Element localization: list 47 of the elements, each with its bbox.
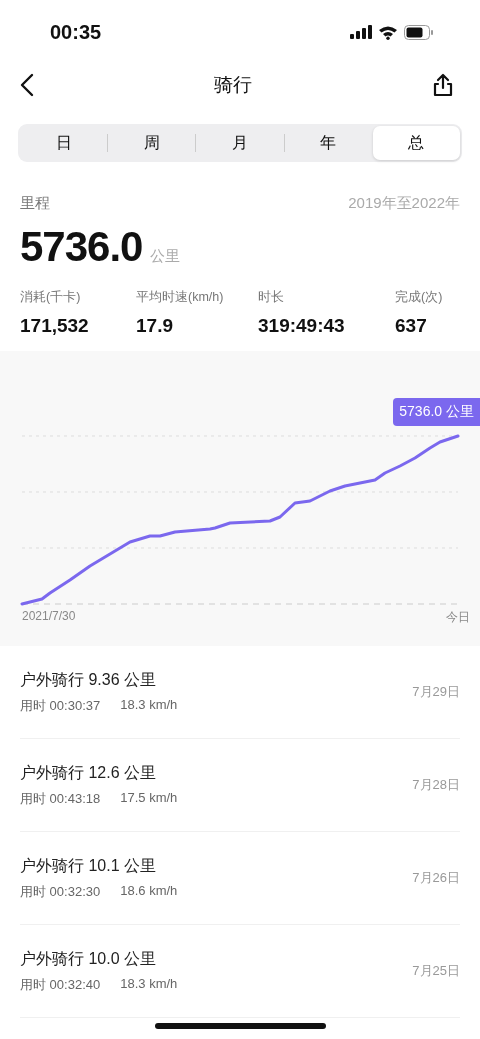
ride-duration: 用时 00:32:40 (20, 975, 101, 994)
stat-label: 时长 (258, 289, 285, 306)
distance-unit: 公里 (150, 247, 181, 266)
status-time: 00:35 (50, 20, 102, 44)
distance-label: 里程 (20, 194, 50, 213)
stat-value: 171,532 (20, 315, 90, 337)
axis-label: 今日 (446, 609, 470, 626)
stat-value: 319:49:43 (258, 315, 346, 337)
ride-date: 7月25日 (412, 962, 460, 980)
ride-record[interactable]: 户外骑行 10.0 公里 用时 00:32:40 18.3 km/h 7月25日 (20, 925, 460, 1018)
ride-title: 户外骑行 10.1 公里 (20, 855, 158, 876)
ride-duration: 用时 00:43:18 (20, 789, 101, 808)
period-tab[interactable]: 月 (196, 126, 284, 160)
back-icon[interactable] (20, 73, 34, 97)
ride-record[interactable]: 户外骑行 10.1 公里 用时 00:32:30 18.6 km/h 7月26日 (20, 832, 460, 925)
period-tab[interactable]: 周 (108, 126, 196, 160)
ride-record[interactable]: 户外骑行 12.6 公里 用时 00:43:18 17.5 km/h 7月28日 (20, 739, 460, 832)
ride-title: 户外骑行 10.0 公里 (20, 948, 158, 969)
battery-icon (404, 24, 434, 40)
date-range: 2019年至2022年 (348, 194, 460, 213)
page-title: 骑行 (214, 73, 252, 97)
value-callout: 5736.0 公里 (393, 398, 480, 426)
stat-label: 平均时速(km/h) (136, 289, 225, 306)
period-tab[interactable]: 年 (284, 126, 372, 160)
wifi-icon (378, 24, 398, 40)
stat-value: 17.9 (136, 315, 174, 337)
ride-record[interactable]: 户外骑行 9.36 公里 用时 00:30:37 18.3 km/h 7月29日 (20, 646, 460, 739)
stat-label: 消耗(千卡) (20, 289, 82, 306)
ride-duration: 用时 00:30:37 (20, 696, 101, 715)
ride-duration: 用时 00:32:30 (20, 882, 101, 901)
ride-date: 7月26日 (412, 869, 460, 887)
stat-label: 完成(次) (395, 289, 444, 306)
period-tab[interactable]: 总 (372, 126, 460, 160)
share-icon[interactable] (432, 73, 454, 97)
axis-label: 2021/7/30 (22, 609, 76, 625)
ride-speed: 18.3 km/h (120, 975, 178, 993)
period-tab[interactable]: 日 (20, 126, 108, 160)
stat-value: 637 (395, 315, 428, 337)
ride-date: 7月29日 (412, 683, 460, 701)
ride-speed: 18.3 km/h (120, 696, 178, 714)
ride-speed: 18.6 km/h (120, 882, 178, 900)
ride-title: 户外骑行 12.6 公里 (20, 762, 158, 783)
ride-speed: 17.5 km/h (120, 789, 178, 807)
ride-title: 户外骑行 9.36 公里 (20, 669, 158, 690)
total-distance: 5736.0 (20, 223, 143, 271)
ride-date: 7月28日 (412, 776, 460, 794)
signal-icon (350, 25, 372, 39)
